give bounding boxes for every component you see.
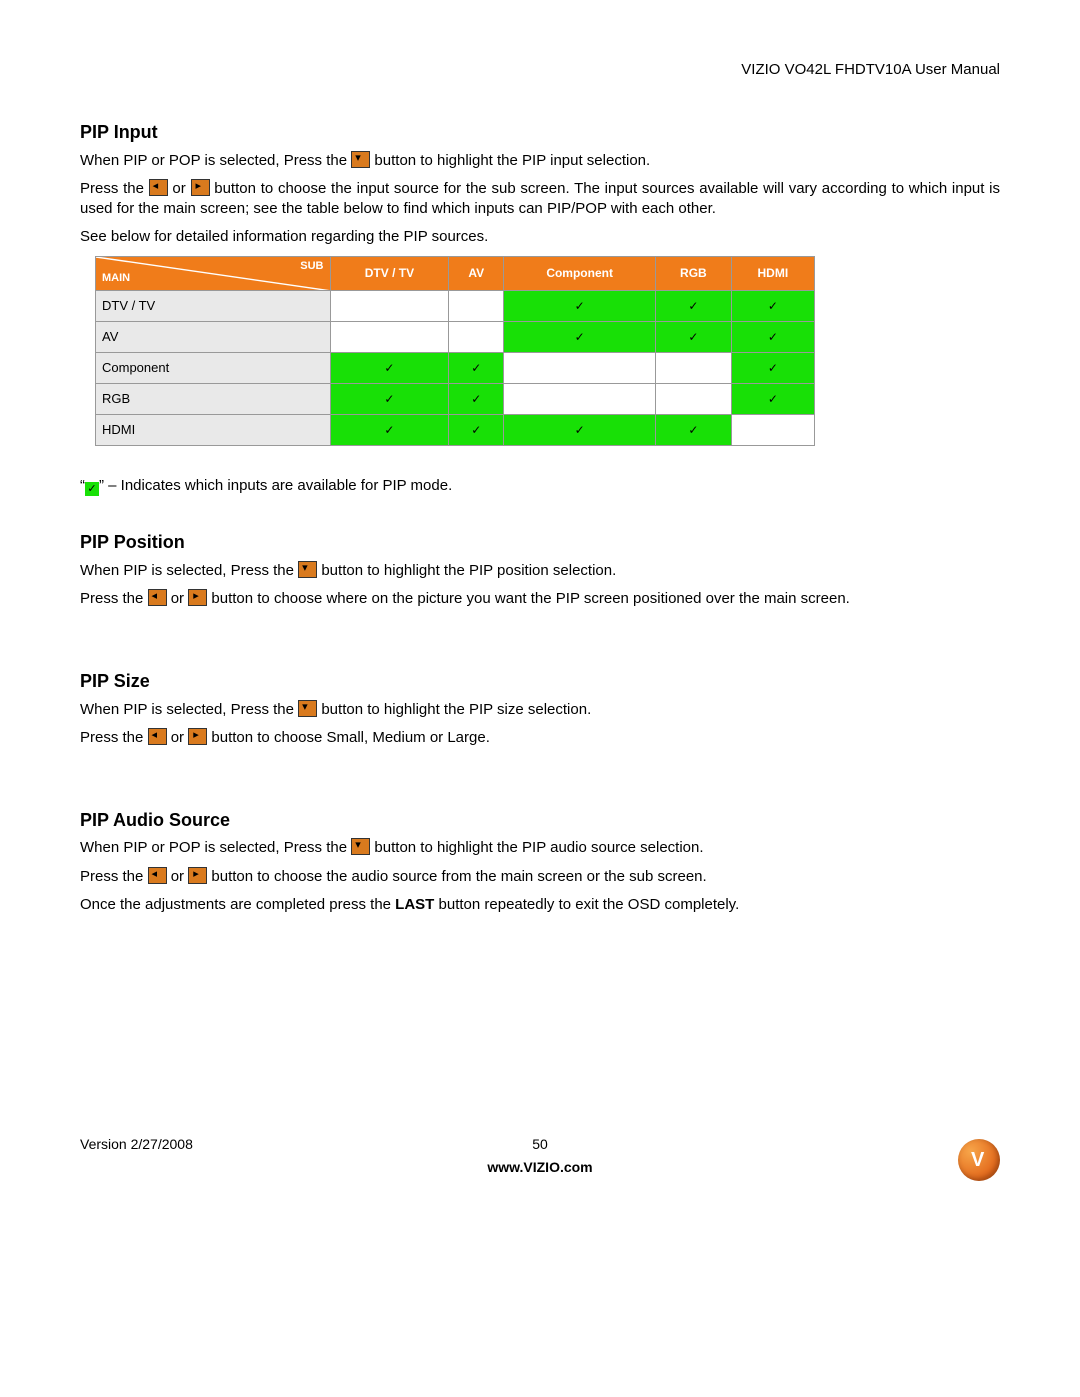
text: Press the [80, 590, 148, 607]
left-button-icon [148, 867, 167, 884]
table-cell: ✓ [504, 322, 656, 353]
row-header: DTV / TV [96, 291, 331, 322]
row-header: AV [96, 322, 331, 353]
vizio-logo-icon [958, 1139, 1000, 1181]
table-cell: ✓ [449, 384, 504, 415]
footer-url: www.VIZIO.com [80, 1158, 1000, 1177]
col-header: DTV / TV [330, 256, 449, 291]
table-cell: ✓ [731, 322, 814, 353]
down-button-icon [298, 561, 317, 578]
table-cell [330, 291, 449, 322]
text: Press the [80, 180, 149, 197]
header-title: VIZIO VO42L FHDTV10A User Manual [80, 60, 1000, 80]
table-cell [731, 415, 814, 446]
table-cell: ✓ [330, 384, 449, 415]
table-cell [656, 353, 732, 384]
text: button to highlight the PIP input select… [374, 152, 650, 169]
text: button to highlight the PIP position sel… [321, 562, 616, 579]
pip-audio-p2: Press the or button to choose the audio … [80, 867, 1000, 887]
col-header: AV [449, 256, 504, 291]
page-footer: 50 Version 2/27/2008 www.VIZIO.com [80, 1135, 1000, 1177]
text: Once the adjustments are completed press… [80, 896, 395, 913]
table-row: RGB✓✓✓ [96, 384, 815, 415]
col-header: Component [504, 256, 656, 291]
table-row: DTV / TV✓✓✓ [96, 291, 815, 322]
row-header: RGB [96, 384, 331, 415]
table-cell: ✓ [731, 353, 814, 384]
table-cell: ✓ [330, 353, 449, 384]
page-number: 50 [80, 1135, 1000, 1154]
text: When PIP or POP is selected, Press the [80, 152, 351, 169]
text: Press the [80, 868, 148, 885]
right-button-icon [191, 179, 210, 196]
table-row: Component✓✓✓ [96, 353, 815, 384]
text: button to choose Small, Medium or Large. [211, 729, 489, 746]
pip-input-p1: When PIP or POP is selected, Press the b… [80, 151, 1000, 171]
pip-audio-p3: Once the adjustments are completed press… [80, 895, 1000, 915]
table-cell [449, 322, 504, 353]
pip-position-p1: When PIP is selected, Press the button t… [80, 561, 1000, 581]
pip-audio-p1: When PIP or POP is selected, Press the b… [80, 838, 1000, 858]
text: or [171, 729, 189, 746]
table-cell [330, 322, 449, 353]
table-cell: ✓ [656, 291, 732, 322]
pip-size-p2: Press the or button to choose Small, Med… [80, 728, 1000, 748]
table-cell: ✓ [449, 415, 504, 446]
row-header: Component [96, 353, 331, 384]
text: button to highlight the PIP size selecti… [321, 701, 591, 718]
text: button to choose the audio source from t… [211, 868, 706, 885]
text: button to choose the input source for th… [80, 180, 1000, 217]
table-cell [449, 291, 504, 322]
table-cell: ✓ [731, 291, 814, 322]
table-cell: ✓ [449, 353, 504, 384]
pip-position-p2: Press the or button to choose where on t… [80, 589, 1000, 609]
text: button to highlight the PIP audio source… [374, 839, 703, 856]
table-cell: ✓ [504, 291, 656, 322]
down-button-icon [351, 838, 370, 855]
pip-input-p2: Press the or button to choose the input … [80, 179, 1000, 220]
text: When PIP or POP is selected, Press the [80, 839, 351, 856]
text: button repeatedly to exit the OSD comple… [439, 896, 740, 913]
left-button-icon [148, 589, 167, 606]
right-button-icon [188, 867, 207, 884]
table-corner-cell: SUB MAIN [96, 256, 331, 291]
col-header: RGB [656, 256, 732, 291]
pip-compat-table: SUB MAIN DTV / TV AV Component RGB HDMI … [95, 256, 815, 447]
table-row: AV✓✓✓ [96, 322, 815, 353]
check-icon: ✓ [85, 482, 99, 496]
table-cell: ✓ [504, 415, 656, 446]
table-cell: ✓ [656, 322, 732, 353]
table-row: HDMI✓✓✓✓ [96, 415, 815, 446]
last-button-name: LAST [395, 896, 434, 913]
pip-input-p3: See below for detailed information regar… [80, 227, 1000, 247]
text: When PIP is selected, Press the [80, 701, 298, 718]
text: ” – Indicates which inputs are available… [99, 477, 452, 494]
text: or [171, 868, 189, 885]
text: Press the [80, 729, 148, 746]
pip-size-heading: PIP Size [80, 669, 1000, 693]
col-header: HDMI [731, 256, 814, 291]
table-legend: “✓” – Indicates which inputs are availab… [80, 476, 1000, 496]
text: or [171, 590, 189, 607]
down-button-icon [351, 151, 370, 168]
left-button-icon [148, 728, 167, 745]
left-button-icon [149, 179, 168, 196]
table-cell: ✓ [656, 415, 732, 446]
text: or [172, 180, 190, 197]
row-header: HDMI [96, 415, 331, 446]
table-cell: ✓ [731, 384, 814, 415]
text: When PIP is selected, Press the [80, 562, 298, 579]
table-cell: ✓ [330, 415, 449, 446]
right-button-icon [188, 728, 207, 745]
down-button-icon [298, 700, 317, 717]
pip-audio-heading: PIP Audio Source [80, 808, 1000, 832]
table-cell [656, 384, 732, 415]
pip-position-heading: PIP Position [80, 530, 1000, 554]
table-cell [504, 353, 656, 384]
pip-input-heading: PIP Input [80, 120, 1000, 144]
pip-size-p1: When PIP is selected, Press the button t… [80, 700, 1000, 720]
right-button-icon [188, 589, 207, 606]
table-cell [504, 384, 656, 415]
text: button to choose where on the picture yo… [211, 590, 849, 607]
